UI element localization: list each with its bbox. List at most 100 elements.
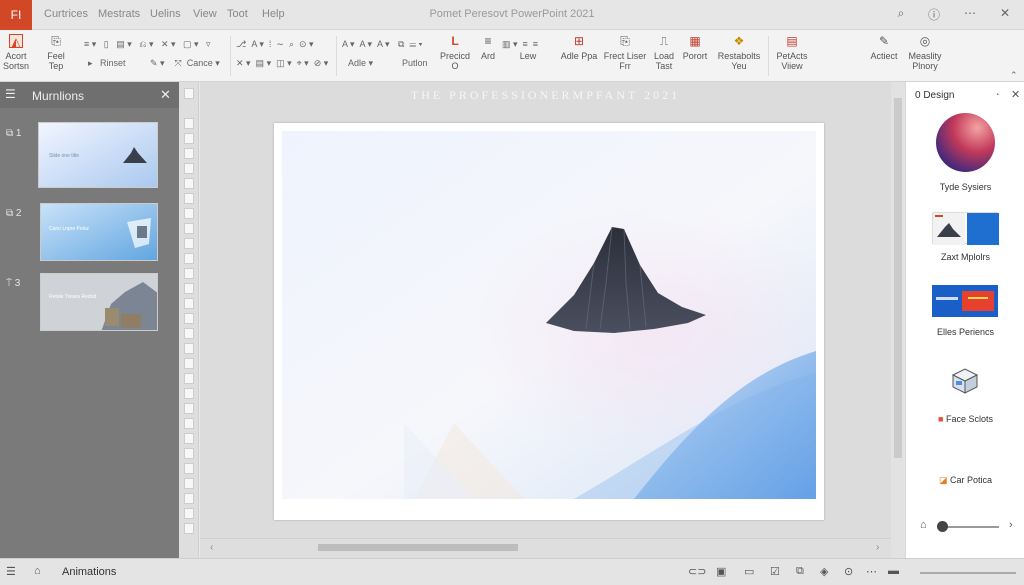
current-slide[interactable] bbox=[274, 123, 824, 520]
vertical-scroll-thumb[interactable] bbox=[894, 98, 902, 458]
present-icon[interactable]: ▬ bbox=[888, 565, 899, 577]
slide-thumbnail-2-art bbox=[41, 204, 157, 260]
font-color-tools[interactable]: A ▾ A ▾ A ▾ bbox=[342, 39, 390, 50]
load-tast-label: Load Tast bbox=[653, 51, 675, 71]
scroll-right-icon[interactable]: › bbox=[876, 542, 879, 553]
petacts-view-button[interactable]: ▤ PetActs Viiew bbox=[772, 34, 812, 71]
porort-label: Porort bbox=[682, 51, 708, 61]
shield-icon[interactable]: ◈ bbox=[820, 565, 828, 578]
porort-button[interactable]: ▦ Porort bbox=[678, 34, 712, 61]
status-bar: ☰ ⌂ Animations ⊂⊃ ▣ ▭ ☑ ⧉ ◈ ⊙ ⋯ ▬ bbox=[0, 558, 1024, 585]
slide-thumbnail-2[interactable]: Cano Lnpre Peloz bbox=[40, 203, 158, 261]
powerpoint-window: FI Curtrices Mestrats Uelins View Toot H… bbox=[0, 0, 1024, 585]
measlity-plnory-button[interactable]: ◎ Measlity Plnory bbox=[904, 34, 946, 71]
design-item-label[interactable]: ■ Face Sclots bbox=[906, 414, 1024, 424]
vertical-scrollbar[interactable] bbox=[891, 82, 905, 558]
slide-thumbnail-2-caption: Cano Lnpre Peloz bbox=[49, 226, 90, 232]
slide-number-3: 3 bbox=[14, 278, 21, 289]
scroll-left-icon[interactable]: ‹ bbox=[210, 542, 213, 553]
design-item-label[interactable]: Zaxt Mplolrs bbox=[906, 252, 1024, 262]
horizontal-scrollbar[interactable]: ‹ › bbox=[200, 538, 891, 558]
more-icon[interactable]: ⋯ bbox=[961, 6, 979, 20]
ribbon-separator bbox=[230, 36, 231, 76]
strip-cell bbox=[184, 178, 194, 189]
strip-cell bbox=[184, 133, 194, 144]
theme-icon[interactable] bbox=[932, 285, 998, 317]
strip-cell bbox=[184, 373, 194, 384]
home-icon[interactable]: ⌂ bbox=[34, 565, 41, 577]
link-icon[interactable]: ⊂⊃ bbox=[688, 565, 706, 578]
zoom-slider-track[interactable] bbox=[943, 526, 999, 528]
text-tools-row-1[interactable]: ⎇ A ▾ ⁞ ∼ ⌕ ⊙ ▾ bbox=[236, 39, 314, 50]
zoom-slider-knob[interactable] bbox=[937, 521, 948, 532]
slide-thumbnail-1-caption: Slide one title bbox=[49, 153, 80, 159]
color-sphere-icon[interactable] bbox=[936, 113, 995, 172]
notes-icon[interactable]: ☑ bbox=[770, 565, 780, 578]
putlon-button[interactable]: Putlon bbox=[402, 58, 428, 68]
strip-cell bbox=[184, 268, 194, 279]
strip-cell bbox=[184, 523, 194, 534]
slide-thumbnail-1[interactable]: Slide one title bbox=[38, 122, 158, 188]
adle-button[interactable]: Adle ▾ bbox=[348, 58, 373, 69]
strip-cell bbox=[184, 478, 194, 489]
strip-cell bbox=[184, 418, 194, 429]
acort-sortsn-button[interactable]: ◭ Acort Sortsn bbox=[0, 34, 32, 71]
slide-thumbnail-3-art bbox=[41, 274, 157, 330]
close-pane-icon[interactable]: ✕ bbox=[160, 87, 171, 103]
slide-thumbnail-3[interactable]: Retole Treans Redod bbox=[40, 273, 158, 331]
align-icon: ≡ bbox=[484, 34, 492, 48]
collapse-ribbon-icon[interactable]: ⌃ bbox=[1010, 70, 1018, 81]
text-tools-row-2[interactable]: ✕ ▾ ▤ ▾ ◫ ▾ ⌖ ▾ ⊘ ▾ bbox=[236, 58, 328, 69]
strip-cell bbox=[184, 238, 194, 249]
info-icon[interactable]: ⓘ bbox=[925, 6, 943, 23]
pen-tool[interactable]: ✎ ▾ ⤧ Cance ▾ bbox=[150, 58, 220, 69]
box-icon[interactable] bbox=[949, 367, 981, 395]
feel-tep-button[interactable]: ⎘ Feel Tep bbox=[40, 34, 72, 71]
slide-thumbnail-3-caption: Retole Treans Redod bbox=[49, 294, 97, 300]
adle-ppa-button[interactable]: ⊞ Adle Ppa bbox=[558, 34, 600, 61]
arrange-tools[interactable]: ⧉ ☰ ▾ bbox=[398, 39, 422, 50]
slide-number: ⍑ 3 bbox=[6, 278, 21, 289]
strip-cell bbox=[184, 388, 194, 399]
status-label[interactable]: Animations bbox=[62, 566, 116, 578]
precicd-button[interactable]: L Precicd O bbox=[440, 34, 470, 71]
zoom-out-icon[interactable]: ⌂ bbox=[920, 519, 927, 531]
font-tools-row-1[interactable]: ≡ ▾ ▯ ▤ ▾ ⎌ ▾ ✕ ▾ ▢ ▾ ▿ bbox=[84, 39, 211, 50]
actiect-label: Actiect bbox=[870, 51, 898, 61]
restabolts-label: Restabolts Yeu bbox=[717, 51, 761, 71]
load-tast-button[interactable]: ⎍ Load Tast bbox=[650, 34, 678, 71]
fit-icon[interactable]: ⋯ bbox=[866, 565, 877, 578]
palette-icon: ◪ bbox=[938, 475, 948, 485]
template-icon[interactable] bbox=[932, 212, 999, 245]
menu-icon[interactable]: ☰ bbox=[6, 565, 16, 578]
lew-button[interactable]: ≡ Lew bbox=[516, 34, 540, 61]
status-zoom-track[interactable] bbox=[920, 572, 1016, 574]
strip-cell bbox=[184, 358, 194, 369]
frect-liser-button[interactable]: ⎘ Frect Liser Frr bbox=[602, 34, 648, 71]
image-icon[interactable]: ▣ bbox=[716, 565, 726, 578]
comment-icon[interactable]: ▭ bbox=[744, 565, 754, 578]
hamburger-icon[interactable]: ☰ bbox=[5, 87, 16, 101]
close-design-pane-icon[interactable]: ✕ bbox=[1011, 88, 1020, 101]
measlity-plnory-label: Measlity Plnory bbox=[908, 51, 942, 71]
design-item-label[interactable]: Elles Periencs bbox=[906, 327, 1024, 337]
copy-status-icon[interactable]: ⧉ bbox=[796, 565, 804, 578]
ard-button[interactable]: ≡ Ard bbox=[476, 34, 500, 61]
table-icon: ▦ bbox=[689, 34, 701, 48]
horizontal-scroll-thumb[interactable] bbox=[318, 544, 518, 551]
strip-cell bbox=[184, 463, 194, 474]
rinset-button[interactable]: ▸ Rinset bbox=[88, 58, 126, 69]
adle-label: Adle bbox=[348, 58, 367, 68]
strip-cell bbox=[184, 448, 194, 459]
design-item-label[interactable]: Tyde Sysiers bbox=[906, 182, 1024, 192]
restabolts-button[interactable]: ❖ Restabolts Yeu bbox=[716, 34, 762, 71]
pane-options-icon[interactable]: ⋅ bbox=[996, 88, 1000, 101]
feel-tep-label: Feel Tep bbox=[47, 51, 65, 71]
settings-icon[interactable]: ⊙ bbox=[844, 565, 853, 578]
frect-liser-label: Frect Liser Frr bbox=[603, 51, 647, 71]
zoom-in-icon[interactable]: › bbox=[1009, 519, 1013, 531]
close-icon[interactable]: ✕ bbox=[996, 6, 1014, 20]
search-icon[interactable]: ⌕ bbox=[892, 6, 910, 21]
design-item-label[interactable]: ◪ Car Potica bbox=[906, 475, 1024, 486]
actiect-button[interactable]: ✎ Actiect bbox=[866, 34, 902, 61]
